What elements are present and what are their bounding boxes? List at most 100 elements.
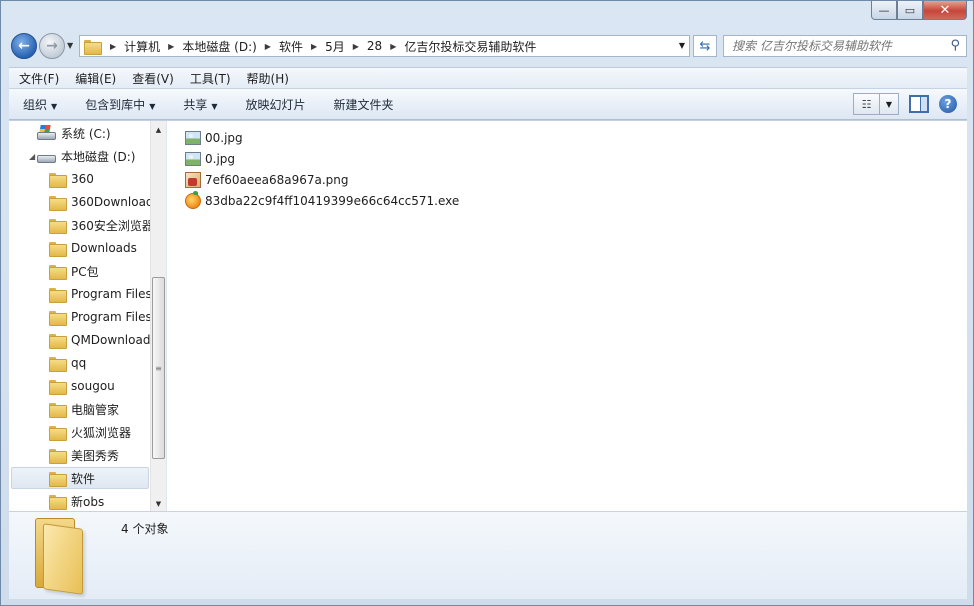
organize-label: 组织 xyxy=(23,97,48,112)
menu-tools[interactable]: 工具(T) xyxy=(180,70,237,87)
search-box: ⚲ xyxy=(723,35,967,57)
navigation-pane: 系统 (C:) ◢ 本地磁盘 (D:) 360 360Download 360安… xyxy=(9,121,167,512)
scrollbar-thumb[interactable]: ≡ xyxy=(152,277,165,459)
details-pane: 4 个对象 xyxy=(9,511,967,599)
change-view-button[interactable]: ☷ ▼ xyxy=(853,93,899,115)
slideshow-button[interactable]: 放映幻灯片 xyxy=(232,96,320,113)
close-button[interactable]: ✕ xyxy=(923,1,967,20)
nav-scrollbar[interactable]: ▲ ≡ ▼ xyxy=(150,121,166,512)
chevron-right-icon[interactable]: ▶ xyxy=(311,42,317,51)
item-count: 4 个对象 xyxy=(121,522,169,536)
breadcrumb-computer[interactable]: 计算机 xyxy=(124,38,160,55)
tree-item-folder[interactable]: qq xyxy=(49,352,86,374)
tree-item-label: 360安全浏览器 xyxy=(71,218,154,233)
tree-item-label: 新obs xyxy=(71,494,105,509)
share-label: 共享 xyxy=(183,97,208,112)
menu-file[interactable]: 文件(F) xyxy=(9,70,65,87)
file-name: 00.jpg xyxy=(205,130,243,145)
tree-item-system-c[interactable]: 系统 (C:) xyxy=(37,122,111,144)
tree-item-label: Program Files xyxy=(71,310,152,324)
tree-item-folder[interactable]: Program Files xyxy=(49,306,152,328)
address-bar[interactable]: ▶ 计算机 ▶ 本地磁盘 (D:) ▶ 软件 ▶ 5月 ▶ 28 ▶ 亿吉尔投标… xyxy=(79,35,690,57)
tree-item-folder[interactable]: 火狐浏览器 xyxy=(49,421,131,443)
breadcrumb-drive-d[interactable]: 本地磁盘 (D:) xyxy=(182,38,256,55)
file-item[interactable]: 7ef60aeea68a967a.png xyxy=(185,169,459,190)
folder-icon xyxy=(84,40,102,55)
folder-icon xyxy=(49,356,67,372)
tree-item-folder[interactable]: Program Files xyxy=(49,283,152,305)
tree-item-local-disk-d[interactable]: 本地磁盘 (D:) xyxy=(37,145,135,167)
preview-pane-button[interactable] xyxy=(909,95,929,113)
include-in-library-label: 包含到库中 xyxy=(85,97,146,112)
breadcrumb-28[interactable]: 28 xyxy=(367,39,382,53)
recent-pages-dropdown[interactable]: ▼ xyxy=(67,41,73,50)
share-button[interactable]: 共享 ▼ xyxy=(169,96,231,113)
organize-button[interactable]: 组织 ▼ xyxy=(9,96,71,113)
new-folder-button[interactable]: 新建文件夹 xyxy=(320,96,408,113)
chevron-right-icon[interactable]: ▶ xyxy=(110,42,116,51)
file-name: 7ef60aeea68a967a.png xyxy=(205,172,349,187)
chevron-right-icon[interactable]: ▶ xyxy=(390,42,396,51)
address-row: ← → ▼ ▶ 计算机 ▶ 本地磁盘 (D:) ▶ 软件 ▶ 5月 ▶ 28 ▶… xyxy=(9,33,967,59)
minimize-button[interactable]: — xyxy=(871,1,897,20)
tree-item-folder[interactable]: 360Download xyxy=(49,191,154,213)
tree-item-folder[interactable]: 电脑管家 xyxy=(49,398,119,420)
chevron-down-icon[interactable]: ▼ xyxy=(679,41,685,50)
folder-icon xyxy=(49,333,67,349)
back-button[interactable]: ← xyxy=(11,33,37,59)
search-icon[interactable]: ⚲ xyxy=(950,38,960,53)
explorer-window: — ▭ ✕ ← → ▼ ▶ 计算机 ▶ 本地磁盘 (D:) ▶ 软件 ▶ 5月 … xyxy=(0,0,974,606)
arrow-right-icon: → xyxy=(46,38,58,54)
file-name: 0.jpg xyxy=(205,151,236,166)
tree-item-folder[interactable]: 新obs xyxy=(49,490,104,512)
maximize-button[interactable]: ▭ xyxy=(897,1,923,20)
tree-item-folder[interactable]: Downloads xyxy=(49,237,137,259)
collapse-icon[interactable]: ◢ xyxy=(29,152,35,161)
file-item[interactable]: 83dba22c9f4ff10419399e66c64cc571.exe xyxy=(185,190,459,211)
tree-item-folder-selected[interactable]: 软件 xyxy=(11,467,149,489)
tree-item-label: Downloads xyxy=(71,241,137,255)
folder-icon xyxy=(49,471,67,487)
include-in-library-button[interactable]: 包含到库中 ▼ xyxy=(71,96,169,113)
scroll-up-icon[interactable]: ▲ xyxy=(151,121,166,138)
drive-icon xyxy=(37,150,56,163)
command-bar-right: ☷ ▼ ? xyxy=(853,93,957,115)
folder-icon xyxy=(49,494,67,510)
search-input[interactable] xyxy=(732,39,942,53)
chevron-down-icon: ▼ xyxy=(149,101,156,111)
png-file-icon xyxy=(185,171,201,188)
tree-item-label: 火狐浏览器 xyxy=(71,425,132,440)
chevron-down-icon[interactable]: ▼ xyxy=(880,94,898,114)
chevron-right-icon[interactable]: ▶ xyxy=(168,42,174,51)
folder-icon xyxy=(49,402,67,418)
folder-icon xyxy=(49,195,67,211)
command-bar: 组织 ▼ 包含到库中 ▼ 共享 ▼ 放映幻灯片 新建文件夹 ☷ ▼ ? xyxy=(9,89,967,120)
menu-help[interactable]: 帮助(H) xyxy=(237,70,295,87)
chevron-right-icon[interactable]: ▶ xyxy=(265,42,271,51)
breadcrumb-software[interactable]: 软件 xyxy=(279,38,303,55)
help-icon[interactable]: ? xyxy=(939,95,957,113)
tree-item-label: 系统 (C:) xyxy=(61,126,111,141)
chevron-right-icon[interactable]: ▶ xyxy=(353,42,359,51)
folder-icon xyxy=(49,218,67,234)
refresh-button[interactable]: ⇆ xyxy=(693,35,717,57)
scroll-down-icon[interactable]: ▼ xyxy=(151,495,166,512)
tree-item-folder[interactable]: 360 xyxy=(49,168,94,190)
breadcrumb-may[interactable]: 5月 xyxy=(325,38,345,55)
breadcrumb-current-folder[interactable]: 亿吉尔投标交易辅助软件 xyxy=(404,38,536,55)
tree-item-folder[interactable]: 美图秀秀 xyxy=(49,444,119,466)
forward-button[interactable]: → xyxy=(39,33,65,59)
tree-item-folder[interactable]: 360安全浏览器 xyxy=(49,214,154,236)
menu-view[interactable]: 查看(V) xyxy=(122,70,180,87)
chevron-down-icon: ▼ xyxy=(51,101,58,111)
tree-item-folder[interactable]: sougou xyxy=(49,375,115,397)
system-drive-icon xyxy=(37,127,56,140)
folder-icon xyxy=(49,425,67,441)
tree-item-label: PC包 xyxy=(71,264,99,279)
tree-item-folder[interactable]: QMDownload xyxy=(49,329,150,351)
content-area: 系统 (C:) ◢ 本地磁盘 (D:) 360 360Download 360安… xyxy=(9,120,967,512)
menu-edit[interactable]: 编辑(E) xyxy=(65,70,122,87)
file-item[interactable]: 0.jpg xyxy=(185,148,459,169)
file-item[interactable]: 00.jpg xyxy=(185,127,459,148)
tree-item-folder[interactable]: PC包 xyxy=(49,260,99,282)
